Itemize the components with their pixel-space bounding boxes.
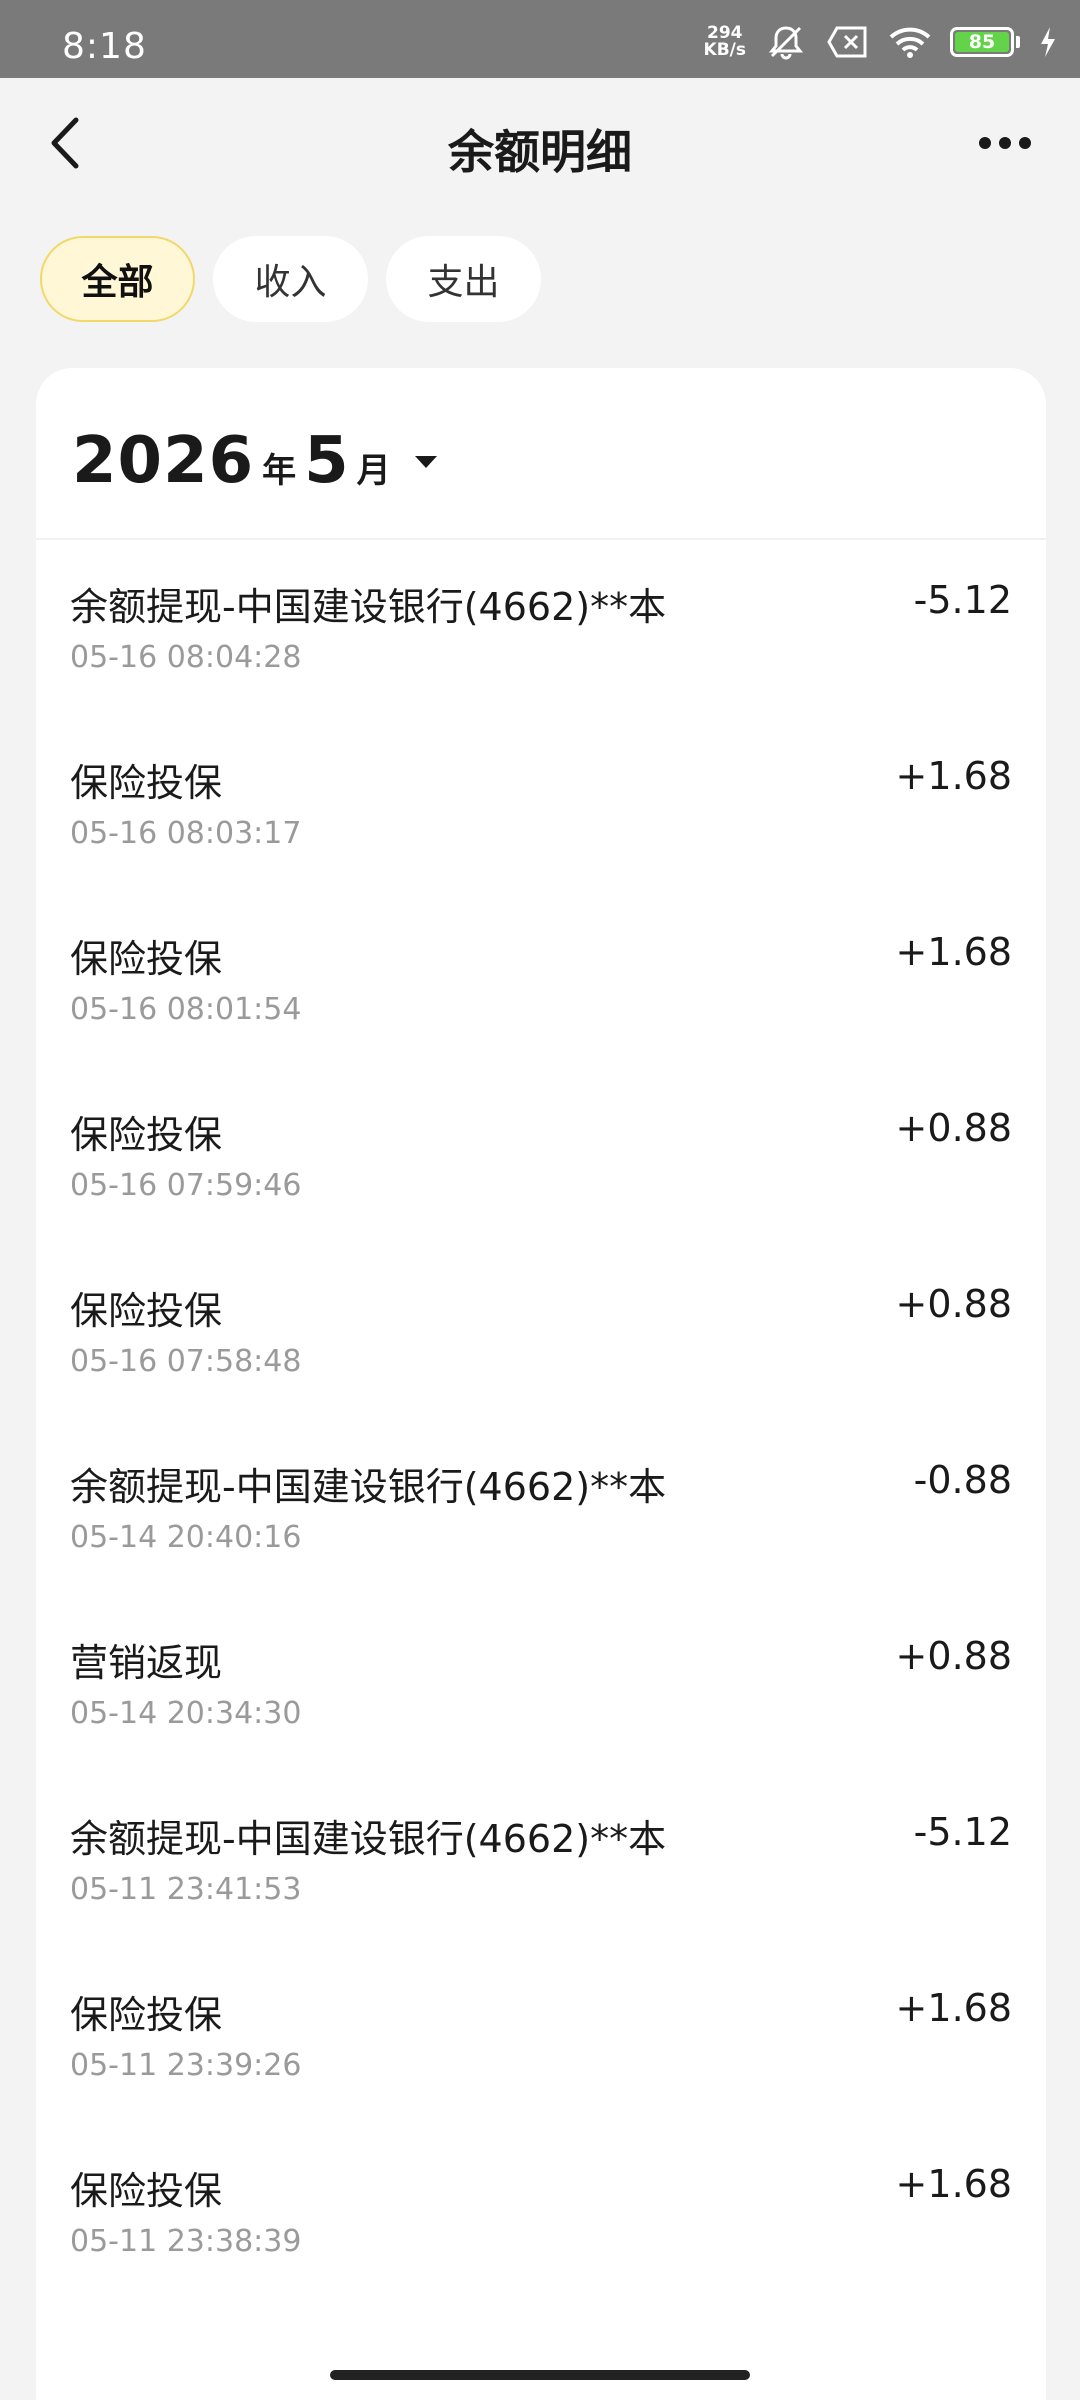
month-year-unit: 年 — [262, 451, 297, 491]
transaction-row[interactable]: 保险投保 05-16 07:58:48 +0.88 — [36, 1270, 1046, 1446]
transaction-row[interactable]: 余额提现-中国建设银行(4662)**本 05-11 23:41:53 -5.1… — [36, 1798, 1046, 1974]
transaction-row[interactable]: 保险投保 05-16 07:59:46 +0.88 — [36, 1094, 1046, 1270]
transaction-amount: +0.88 — [895, 1282, 1012, 1326]
transaction-title: 余额提现-中国建设银行(4662)**本 — [70, 1817, 667, 1861]
more-button[interactable] — [970, 118, 1040, 168]
battery-level: 85 — [955, 31, 1009, 53]
battery-icon: 85 — [950, 27, 1020, 57]
transaction-time: 05-11 23:41:53 — [70, 1872, 302, 1907]
status-bar: 8:18 294 KB/s 85 — [0, 0, 1080, 78]
month-year: 2026 — [72, 424, 255, 498]
month-unit: 月 — [356, 451, 391, 491]
transaction-row[interactable]: 余额提现-中国建设银行(4662)**本 05-16 08:04:28 -5.1… — [36, 566, 1046, 742]
filter-income[interactable]: 收入 — [213, 236, 368, 322]
transaction-title: 保险投保 — [70, 1993, 223, 2037]
transaction-title: 保险投保 — [70, 937, 223, 981]
transaction-amount: -5.12 — [913, 578, 1012, 622]
transaction-amount: +1.68 — [895, 754, 1012, 798]
transaction-title: 保险投保 — [70, 1289, 223, 1333]
more-dots-icon — [979, 137, 1031, 149]
status-icons: 294 KB/s 85 — [704, 22, 1058, 62]
transaction-time: 05-11 23:38:39 — [70, 2224, 302, 2259]
transaction-time: 05-14 20:34:30 — [70, 1696, 302, 1731]
transaction-amount: +1.68 — [895, 930, 1012, 974]
transaction-title: 营销返现 — [70, 1641, 223, 1685]
transaction-row[interactable]: 营销返现 05-14 20:34:30 +0.88 — [36, 1622, 1046, 1798]
transaction-time: 05-16 07:58:48 — [70, 1344, 302, 1379]
transaction-amount: +1.68 — [895, 2162, 1012, 2206]
app-header: 余额明细 — [0, 78, 1080, 208]
transaction-list: 余额提现-中国建设银行(4662)**本 05-16 08:04:28 -5.1… — [36, 566, 1046, 2326]
month-selector[interactable]: 2026 年 5 月 — [72, 424, 437, 498]
transaction-row[interactable]: 保险投保 05-11 23:39:26 +1.68 — [36, 1974, 1046, 2150]
transaction-row[interactable]: 保险投保 05-16 08:01:54 +1.68 — [36, 918, 1046, 1094]
home-indicator[interactable] — [330, 2370, 750, 2380]
transaction-title: 保险投保 — [70, 2169, 223, 2213]
filter-tabs: 全部 收入 支出 — [40, 236, 541, 322]
network-speed: 294 KB/s — [704, 25, 746, 59]
transaction-amount: -5.12 — [913, 1810, 1012, 1854]
page-title: 余额明细 — [448, 125, 632, 179]
charging-icon — [1038, 24, 1058, 60]
network-speed-unit: KB/s — [703, 40, 746, 60]
divider — [36, 538, 1046, 540]
transaction-amount: -0.88 — [913, 1458, 1012, 1502]
transaction-title: 余额提现-中国建设银行(4662)**本 — [70, 585, 667, 629]
transaction-time: 05-14 20:40:16 — [70, 1520, 302, 1555]
transaction-title: 余额提现-中国建设银行(4662)**本 — [70, 1465, 667, 1509]
transaction-row[interactable]: 保险投保 05-16 08:03:17 +1.68 — [36, 742, 1046, 918]
mute-icon — [764, 24, 808, 60]
transaction-time: 05-16 08:03:17 — [70, 816, 302, 851]
filter-expense[interactable]: 支出 — [386, 236, 541, 322]
transaction-row[interactable]: 余额提现-中国建设银行(4662)**本 05-14 20:40:16 -0.8… — [36, 1446, 1046, 1622]
transaction-title: 保险投保 — [70, 1113, 223, 1157]
transaction-title: 保险投保 — [70, 761, 223, 805]
transaction-amount: +1.68 — [895, 1986, 1012, 2030]
wifi-icon — [888, 24, 932, 60]
transactions-card: 2026 年 5 月 余额提现-中国建设银行(4662)**本 05-16 08… — [36, 368, 1046, 2400]
filter-all[interactable]: 全部 — [40, 236, 195, 322]
transaction-amount: +0.88 — [895, 1634, 1012, 1678]
transaction-time: 05-11 23:39:26 — [70, 2048, 302, 2083]
status-time: 8:18 — [62, 26, 147, 67]
month-number: 5 — [304, 424, 349, 498]
transaction-time: 05-16 08:01:54 — [70, 992, 302, 1027]
transaction-time: 05-16 08:04:28 — [70, 640, 302, 675]
transaction-row[interactable]: 保险投保 05-11 23:38:39 +1.68 — [36, 2150, 1046, 2326]
transaction-time: 05-16 07:59:46 — [70, 1168, 302, 1203]
caret-down-icon — [414, 456, 437, 468]
sim-blocked-icon — [826, 24, 870, 60]
transaction-amount: +0.88 — [895, 1106, 1012, 1150]
